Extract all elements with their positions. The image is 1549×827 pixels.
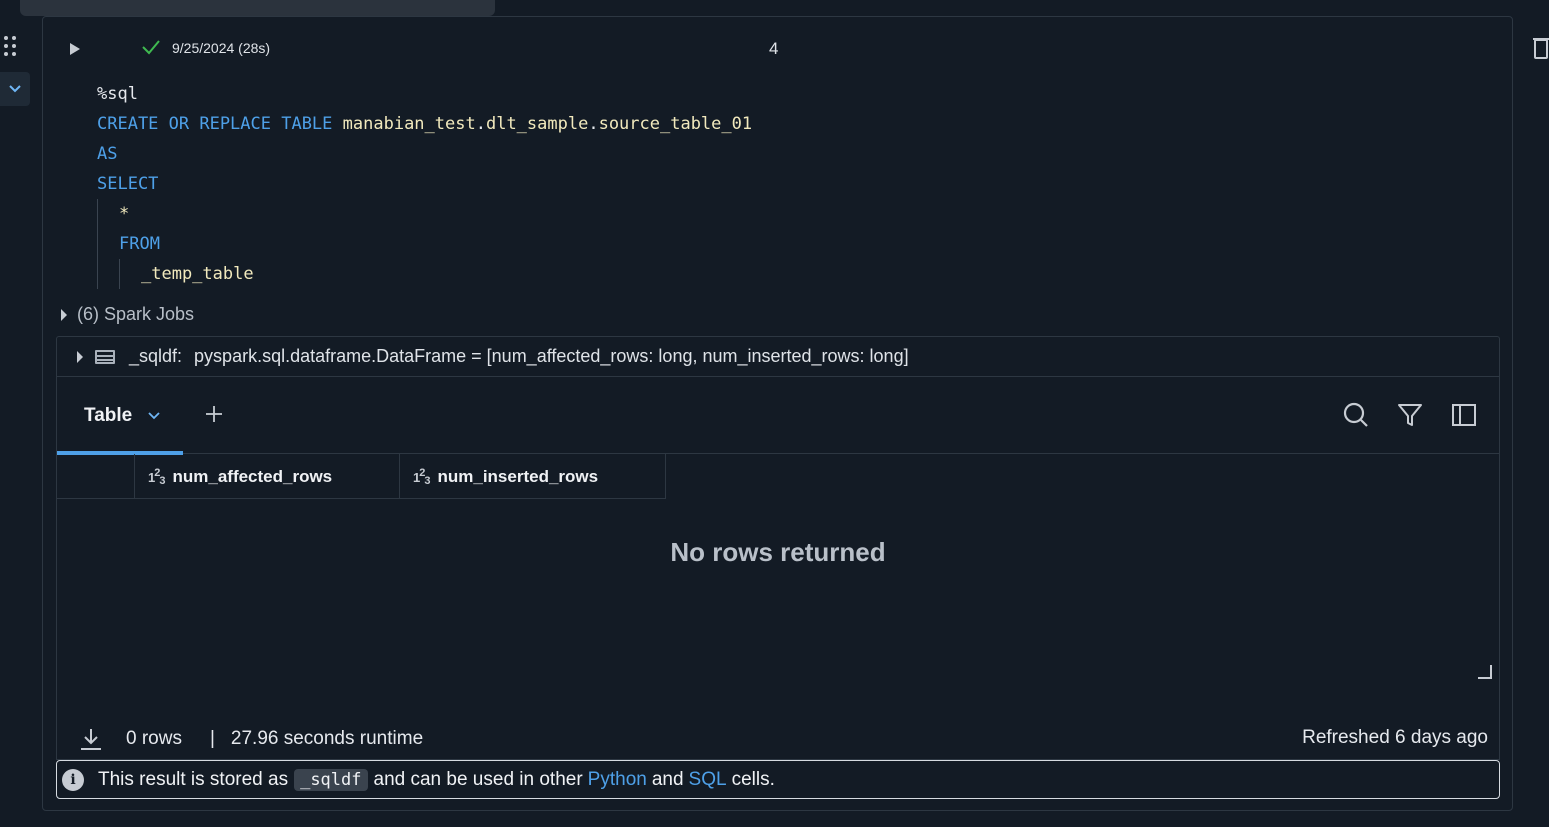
table-icon <box>95 349 115 364</box>
success-check-icon <box>142 40 160 55</box>
chevron-down-icon <box>9 85 21 93</box>
results-panel: Table 123 num_affected_rows 123 num_inse… <box>56 376 1500 760</box>
python-link[interactable]: Python <box>588 769 647 791</box>
table-header: 123 num_affected_rows 123 num_inserted_r… <box>57 454 666 499</box>
spark-jobs-label: (6) Spark Jobs <box>77 304 195 324</box>
footer-separator: | <box>209 728 215 749</box>
code-line: SELECT <box>97 174 159 194</box>
row-count: 0 rows <box>126 728 182 749</box>
notebook-cell: 9/25/2024 (28s) 4 %sql CREATE OR REPLACE… <box>42 16 1513 811</box>
numeric-type-icon: 123 <box>148 466 166 487</box>
code-line: FROM <box>97 229 752 259</box>
resize-handle-icon[interactable] <box>1478 665 1492 679</box>
column-header[interactable]: 123 num_inserted_rows <box>400 454 666 499</box>
download-icon[interactable] <box>80 727 102 751</box>
side-panel-icon[interactable] <box>1450 401 1478 429</box>
add-visualization-plus-icon[interactable] <box>203 403 225 425</box>
collapse-cell-button[interactable] <box>0 72 30 106</box>
sql-link[interactable]: SQL <box>689 769 727 791</box>
execution-time: 9/25/2024 (28s) <box>172 40 271 56</box>
results-footer: 0 rows | 27.96 seconds runtime Refreshed… <box>56 717 1500 761</box>
code-line: * <box>97 199 752 229</box>
empty-state-message: No rows returned <box>670 537 886 567</box>
trash-icon[interactable] <box>1531 34 1549 60</box>
drag-handle-icon[interactable] <box>4 36 20 58</box>
code-line: CREATE OR REPLACE TABLE manabian_test.dl… <box>97 114 753 134</box>
code-editor[interactable]: %sql CREATE OR REPLACE TABLE manabian_te… <box>97 79 752 289</box>
code-line: _temp_table <box>97 259 752 289</box>
numeric-type-icon: 123 <box>413 466 431 487</box>
search-icon[interactable] <box>1342 401 1370 429</box>
results-tabs: Table <box>57 377 1499 455</box>
expand-triangle-icon <box>77 350 83 363</box>
spark-jobs-toggle[interactable]: (6) Spark Jobs <box>61 304 194 325</box>
code-line: AS <box>97 144 118 164</box>
dataframe-schema-toggle[interactable]: _sqldf: pyspark.sql.dataframe.DataFrame … <box>56 336 1500 376</box>
runtime: 27.96 seconds runtime <box>230 728 424 749</box>
run-cell-play-icon[interactable] <box>68 42 82 56</box>
filter-icon[interactable] <box>1396 401 1424 429</box>
dataframe-name: _sqldf: <box>129 346 183 366</box>
cell-toolbar-tab <box>20 0 495 22</box>
row-index-header <box>57 454 135 499</box>
tab-table[interactable]: Table <box>57 377 183 455</box>
cell-number: 4 <box>769 39 779 58</box>
dataframe-type: pyspark.sql.dataframe.DataFrame = [num_a… <box>194 346 909 366</box>
info-icon: i <box>62 768 84 791</box>
code-line: %sql <box>97 84 138 104</box>
expand-triangle-icon <box>61 308 67 321</box>
refreshed-time: Refreshed 6 days ago <box>1302 727 1488 748</box>
info-banner: i This result is stored as _sqldf and ca… <box>56 760 1500 799</box>
tab-table-label: Table <box>84 404 133 426</box>
variable-name: _sqldf <box>294 768 368 791</box>
column-header[interactable]: 123 num_affected_rows <box>135 454 400 499</box>
chevron-down-icon[interactable] <box>148 411 160 420</box>
